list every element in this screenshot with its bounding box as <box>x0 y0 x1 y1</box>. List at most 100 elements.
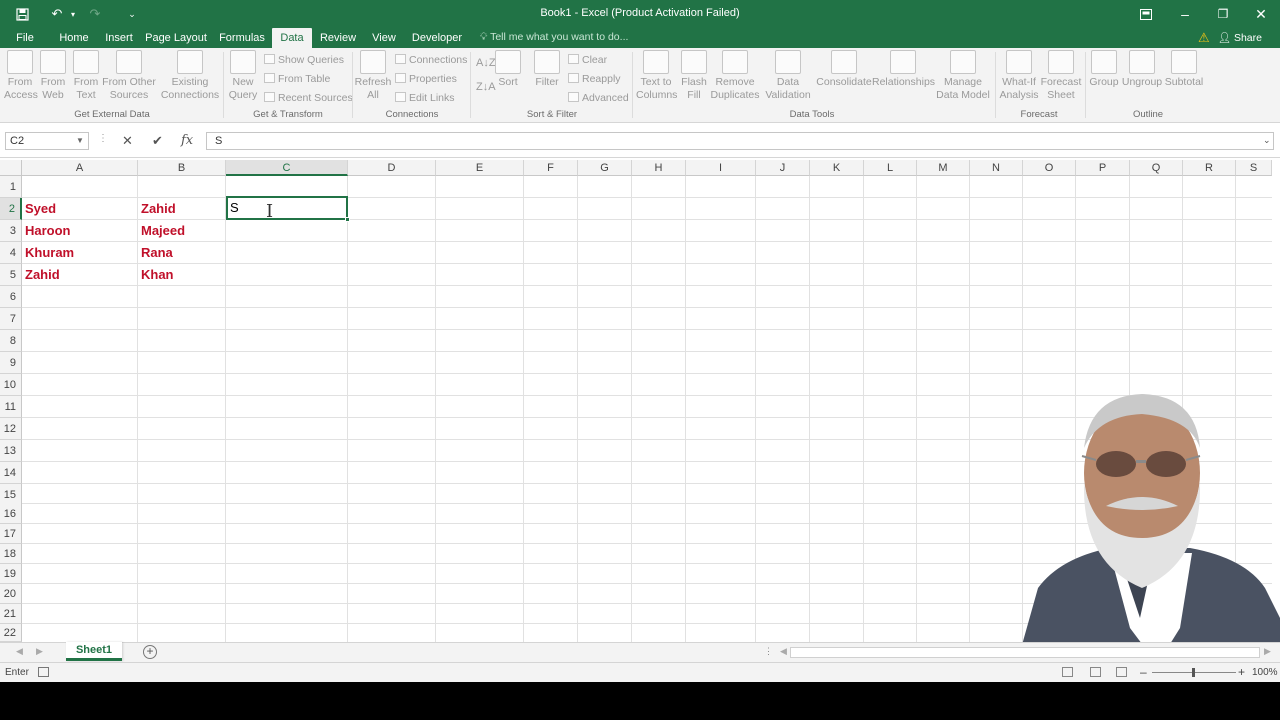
column-header-m[interactable]: M <box>917 160 970 176</box>
column-header-o[interactable]: O <box>1023 160 1076 176</box>
scroll-right-icon[interactable]: ▶ <box>36 646 43 657</box>
tab-home[interactable]: Home <box>54 28 94 48</box>
from-table-button[interactable]: From Table <box>264 72 330 86</box>
tab-split-handle[interactable]: ⋮ <box>764 646 773 657</box>
fill-handle[interactable] <box>345 217 350 222</box>
restore-icon[interactable]: ❐ <box>1211 3 1235 25</box>
zoom-level[interactable]: 100% <box>1252 667 1278 678</box>
cell-a3[interactable]: Haroon <box>22 220 71 242</box>
column-header-e[interactable]: E <box>436 160 524 176</box>
row-header-1[interactable]: 1 <box>0 176 22 198</box>
hscroll-right-icon[interactable]: ▶ <box>1264 646 1271 657</box>
reapply-button[interactable]: Reapply <box>568 72 621 86</box>
cell-b5[interactable]: Khan <box>138 264 174 286</box>
tab-developer[interactable]: Developer <box>408 28 466 48</box>
zoom-in-icon[interactable]: + <box>1238 665 1245 679</box>
from-text-button[interactable]: From Text <box>71 50 101 102</box>
column-header-h[interactable]: H <box>632 160 686 176</box>
row-header-6[interactable]: 6 <box>0 286 22 308</box>
cell-b3[interactable]: Majeed <box>138 220 185 242</box>
tab-review[interactable]: Review <box>316 28 360 48</box>
connections-button[interactable]: Connections <box>395 53 467 67</box>
column-header-f[interactable]: F <box>524 160 578 176</box>
column-header-n[interactable]: N <box>970 160 1023 176</box>
cell-b2[interactable]: Zahid <box>138 198 176 220</box>
group-button[interactable]: Group <box>1088 50 1120 89</box>
row-header-20[interactable]: 20 <box>0 584 22 604</box>
column-header-a[interactable]: A <box>22 160 138 176</box>
filter-button[interactable]: Filter <box>532 50 562 89</box>
existing-connections-button[interactable]: Existing Connections <box>160 50 220 102</box>
column-header-p[interactable]: P <box>1076 160 1130 176</box>
row-header-21[interactable]: 21 <box>0 604 22 624</box>
recent-sources-button[interactable]: Recent Sources <box>264 91 353 105</box>
row-header-14[interactable]: 14 <box>0 462 22 484</box>
column-header-l[interactable]: L <box>864 160 917 176</box>
enter-icon[interactable]: ✔ <box>152 133 163 149</box>
remove-duplicates-button[interactable]: Remove Duplicates <box>710 50 760 102</box>
row-header-5[interactable]: 5 <box>0 264 22 286</box>
advanced-button[interactable]: Advanced <box>568 91 629 105</box>
ribbon-display-options-icon[interactable] <box>1134 3 1158 25</box>
insert-function-icon[interactable]: fx <box>181 133 193 148</box>
cell-a5[interactable]: Zahid <box>22 264 60 286</box>
row-header-22[interactable]: 22 <box>0 624 22 642</box>
tab-insert[interactable]: Insert <box>100 28 138 48</box>
clear-button[interactable]: Clear <box>568 53 607 67</box>
column-header-r[interactable]: R <box>1183 160 1236 176</box>
tab-file[interactable]: File <box>8 28 42 48</box>
subtotal-button[interactable]: Subtotal <box>1164 50 1204 89</box>
cell-a4[interactable]: Khuram <box>22 242 74 264</box>
tab-formulas[interactable]: Formulas <box>216 28 268 48</box>
from-access-button[interactable]: From Access <box>4 50 38 102</box>
normal-view-icon[interactable] <box>1062 667 1073 677</box>
row-header-11[interactable]: 11 <box>0 396 22 418</box>
column-header-j[interactable]: J <box>756 160 810 176</box>
row-header-18[interactable]: 18 <box>0 544 22 564</box>
cancel-entry-icon[interactable]: ✕ <box>122 133 133 149</box>
edit-links-button[interactable]: Edit Links <box>395 91 455 105</box>
tell-me-box[interactable]: 💡︎ Tell me what you want to do... <box>480 31 628 44</box>
expand-formula-bar-icon[interactable]: ⌄ <box>1263 135 1271 146</box>
column-header-i[interactable]: I <box>686 160 756 176</box>
show-queries-button[interactable]: Show Queries <box>264 53 344 67</box>
row-header-4[interactable]: 4 <box>0 242 22 264</box>
cell-b4[interactable]: Rana <box>138 242 173 264</box>
row-header-15[interactable]: 15 <box>0 484 22 506</box>
consolidate-button[interactable]: Consolidate <box>816 50 872 89</box>
row-header-2[interactable]: 2 <box>0 198 22 220</box>
tab-page-layout[interactable]: Page Layout <box>143 28 209 48</box>
row-header-10[interactable]: 10 <box>0 374 22 396</box>
refresh-all-button[interactable]: Refresh All <box>354 50 392 102</box>
column-header-b[interactable]: B <box>138 160 226 176</box>
row-header-12[interactable]: 12 <box>0 418 22 440</box>
row-header-19[interactable]: 19 <box>0 564 22 584</box>
formula-input[interactable]: S <box>206 132 1274 150</box>
column-header-s[interactable]: S <box>1236 160 1272 176</box>
sort-a-z-icon[interactable]: A↓Z <box>476 56 496 70</box>
close-icon[interactable]: ✕ <box>1249 3 1273 25</box>
sort-button[interactable]: Sort <box>494 50 522 89</box>
tab-data[interactable]: Data <box>272 28 312 48</box>
relationships-button[interactable]: Relationships <box>872 50 935 89</box>
sheet-tab-sheet1[interactable]: Sheet1 <box>66 642 122 661</box>
row-header-9[interactable]: 9 <box>0 352 22 374</box>
minimize-icon[interactable]: – <box>1173 3 1197 25</box>
what-if-analysis-button[interactable]: What-If Analysis <box>998 50 1040 102</box>
forecast-sheet-button[interactable]: Forecast Sheet <box>1040 50 1082 102</box>
active-cell-c2[interactable]: S <box>226 196 350 222</box>
page-layout-view-icon[interactable] <box>1090 667 1101 677</box>
horizontal-scrollbar[interactable] <box>790 647 1260 658</box>
data-validation-button[interactable]: Data Validation <box>762 50 814 102</box>
row-header-16[interactable]: 16 <box>0 504 22 524</box>
macro-recording-icon[interactable] <box>38 667 49 677</box>
cell-a2[interactable]: Syed <box>22 198 56 220</box>
flash-fill-button[interactable]: Flash Fill <box>679 50 709 102</box>
sort-z-a-icon[interactable]: Z↓A <box>476 80 496 94</box>
zoom-out-icon[interactable]: – <box>1140 665 1147 679</box>
column-header-d[interactable]: D <box>348 160 436 176</box>
hscroll-left-icon[interactable]: ◀ <box>780 646 787 657</box>
row-header-3[interactable]: 3 <box>0 220 22 242</box>
text-to-columns-button[interactable]: Text to Columns <box>636 50 677 102</box>
scroll-left-icon[interactable]: ◀ <box>16 646 23 657</box>
